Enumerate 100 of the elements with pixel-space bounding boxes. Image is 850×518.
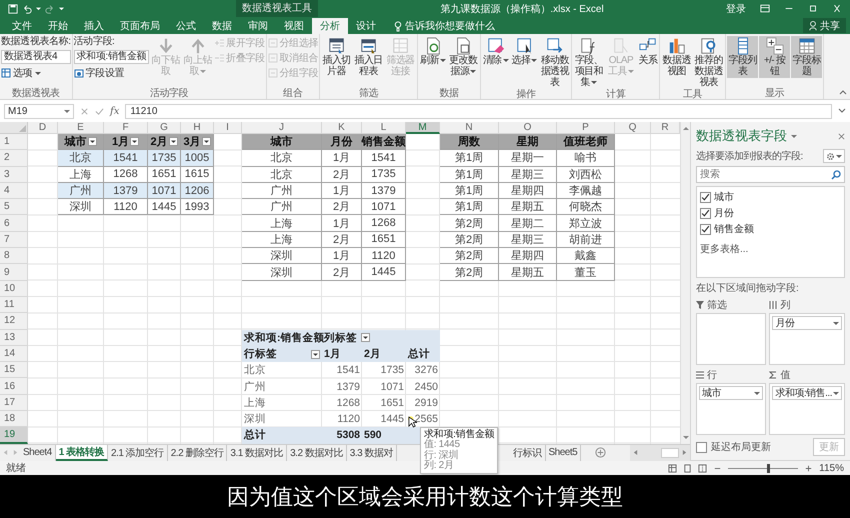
field-chip[interactable]: 月份 bbox=[772, 316, 842, 330]
left-arrow-icon[interactable] bbox=[633, 449, 638, 456]
row-header[interactable]: 13 bbox=[0, 330, 28, 346]
column-header[interactable]: K bbox=[322, 122, 362, 134]
insert-function-button[interactable]: fx bbox=[110, 106, 120, 116]
page-layout-icon[interactable] bbox=[683, 464, 692, 472]
column-header[interactable]: O bbox=[499, 122, 557, 134]
undo-icon[interactable] bbox=[22, 4, 32, 14]
ribbon-input-field[interactable]: 求和项:销售金额 bbox=[74, 50, 150, 64]
close-icon[interactable] bbox=[838, 132, 845, 140]
column-header[interactable]: M bbox=[406, 122, 440, 134]
row-header[interactable]: 14 bbox=[0, 346, 28, 362]
close-icon[interactable] bbox=[832, 4, 842, 13]
add-sheet-icon[interactable] bbox=[595, 447, 606, 458]
column-header[interactable]: P bbox=[557, 122, 615, 134]
ribbon-tab[interactable]: 开始 bbox=[40, 18, 76, 34]
row-header[interactable]: 4 bbox=[0, 182, 28, 200]
name-box[interactable]: M19 bbox=[4, 104, 74, 118]
settings-button[interactable] bbox=[823, 149, 845, 163]
ribbon-display-icon[interactable] bbox=[760, 4, 770, 13]
collapse-ribbon-icon[interactable] bbox=[839, 89, 847, 95]
column-header[interactable]: L bbox=[362, 122, 406, 134]
column-header[interactable]: E bbox=[58, 122, 104, 134]
more-tables-link[interactable]: 更多表格... bbox=[700, 242, 841, 256]
up-arrow-icon[interactable] bbox=[682, 125, 690, 131]
search-field[interactable]: 搜索 bbox=[696, 166, 845, 183]
zoom-level[interactable]: 115% bbox=[819, 462, 844, 474]
field-label[interactable]: 月份 bbox=[714, 206, 734, 220]
ribbon-button[interactable]: 字段标题 bbox=[791, 36, 822, 78]
ribbon-input-field[interactable]: 数据透视表4 bbox=[1, 50, 71, 64]
field-chip[interactable]: 求和项:销售... bbox=[772, 386, 842, 400]
formula-input-field[interactable]: 11210 bbox=[125, 104, 832, 118]
row-header[interactable]: 3 bbox=[0, 166, 28, 183]
filter-dropdown-icon[interactable] bbox=[361, 333, 370, 342]
ribbon-button[interactable]: 选择 bbox=[510, 36, 538, 67]
ribbon-tab[interactable]: 页面布局 bbox=[112, 18, 168, 34]
checkbox[interactable] bbox=[700, 208, 711, 218]
filter-dropdown-icon[interactable] bbox=[88, 137, 96, 146]
drop-area[interactable]: 月份 bbox=[769, 313, 845, 365]
ribbon-button[interactable]: 字段列表 bbox=[727, 36, 758, 78]
caret-icon[interactable] bbox=[59, 6, 64, 11]
checkbox[interactable] bbox=[696, 442, 707, 452]
ribbon-tab[interactable]: 审阅 bbox=[240, 18, 276, 34]
caret-icon[interactable] bbox=[36, 6, 41, 11]
column-header[interactable]: G bbox=[148, 122, 181, 134]
ribbon-button[interactable]: 插入日程表 bbox=[353, 36, 384, 78]
ribbon-tab[interactable]: 文件 bbox=[4, 18, 40, 34]
row-header[interactable]: 19 bbox=[0, 427, 28, 444]
field-chip[interactable]: 城市 bbox=[699, 386, 764, 400]
row-header[interactable]: 2 bbox=[0, 150, 28, 167]
right-arrow-icon[interactable] bbox=[682, 449, 687, 456]
filter-dropdown-icon[interactable] bbox=[168, 137, 178, 146]
ribbon-button[interactable]: 选项 bbox=[1, 66, 71, 79]
column-header[interactable]: D bbox=[28, 122, 58, 134]
row-header[interactable]: 18 bbox=[0, 411, 28, 428]
ribbon-button[interactable]: 关系 bbox=[637, 36, 658, 67]
expand-icon[interactable] bbox=[838, 108, 846, 114]
row-header[interactable]: 5 bbox=[0, 199, 28, 216]
ribbon-button[interactable]: 插入切片器 bbox=[321, 36, 352, 78]
tell-me-button[interactable]: 告诉我你想要做什么 bbox=[394, 18, 495, 34]
row-header[interactable]: 11 bbox=[0, 296, 28, 314]
vertical-scrollbar[interactable] bbox=[680, 122, 690, 444]
page-break-icon[interactable] bbox=[698, 464, 708, 472]
row-header[interactable]: 12 bbox=[0, 313, 28, 330]
drop-area[interactable]: 求和项:销售... bbox=[769, 383, 845, 435]
ribbon-tab[interactable]: 插入 bbox=[76, 18, 112, 34]
ribbon-tab[interactable]: 分析 bbox=[312, 18, 348, 34]
ribbon-button[interactable]: 移动数据透视表 bbox=[539, 36, 570, 89]
field-label[interactable]: 销售金额 bbox=[714, 222, 754, 236]
sign-in-link[interactable]: 登录 bbox=[726, 2, 746, 16]
share-button[interactable]: 共享 bbox=[803, 18, 846, 33]
filter-dropdown-icon[interactable] bbox=[130, 137, 140, 146]
zoom-in-icon[interactable] bbox=[804, 464, 814, 472]
row-header[interactable]: 7 bbox=[0, 232, 28, 248]
filter-dropdown-icon[interactable] bbox=[202, 137, 211, 146]
horizontal-scrollbar[interactable] bbox=[630, 444, 690, 461]
ribbon-button[interactable]: 清除 bbox=[482, 36, 510, 67]
filter-dropdown-icon[interactable] bbox=[311, 350, 320, 358]
checkbox[interactable] bbox=[700, 224, 711, 234]
row-header[interactable]: 9 bbox=[0, 264, 28, 281]
ribbon-tab[interactable]: 设计 bbox=[348, 18, 384, 34]
column-header[interactable]: I bbox=[214, 122, 242, 134]
column-header[interactable]: R bbox=[651, 122, 680, 134]
drop-area[interactable]: 城市 bbox=[696, 383, 766, 435]
search-input[interactable]: 搜索 bbox=[697, 169, 831, 180]
restore-icon[interactable] bbox=[808, 4, 818, 13]
check-icon[interactable] bbox=[95, 106, 104, 116]
column-header[interactable]: N bbox=[440, 122, 499, 134]
caret-icon[interactable] bbox=[791, 133, 797, 139]
column-header[interactable]: F bbox=[104, 122, 148, 134]
ribbon-tab[interactable]: 公式 bbox=[168, 18, 204, 34]
down-arrow-icon[interactable] bbox=[682, 434, 690, 441]
ribbon-button[interactable]: 字段、项目和集 bbox=[573, 36, 604, 89]
ribbon-button[interactable]: 字段设置 bbox=[74, 66, 150, 79]
checkbox-label[interactable]: 延迟布局更新 bbox=[711, 440, 771, 454]
row-header[interactable]: 6 bbox=[0, 215, 28, 232]
search-icon[interactable] bbox=[831, 170, 841, 180]
column-header[interactable]: J bbox=[242, 122, 322, 134]
checkbox[interactable] bbox=[700, 192, 711, 202]
ribbon-button[interactable]: 数据透视图 bbox=[661, 36, 692, 78]
